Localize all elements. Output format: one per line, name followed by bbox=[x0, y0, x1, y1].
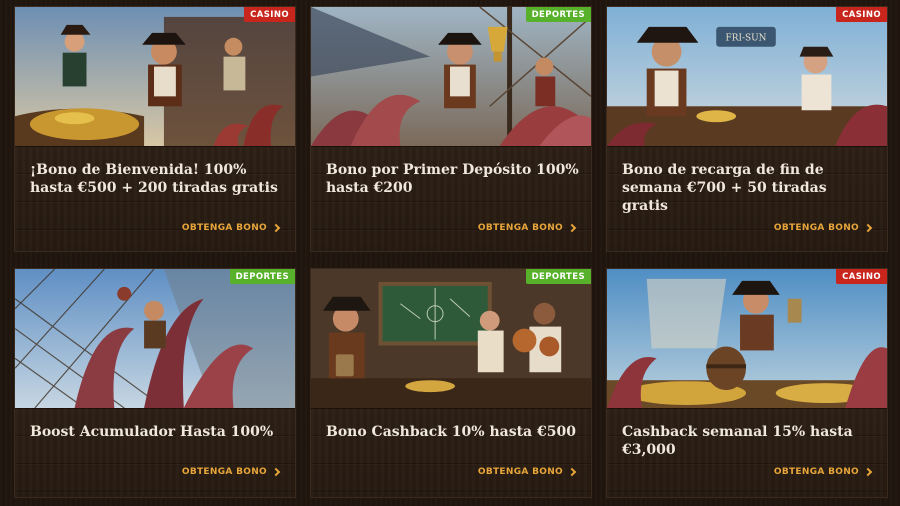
get-bonus-label: OBTENGA BONO bbox=[773, 467, 859, 477]
promo-card-cashback-10[interactable]: DEPORTES Bono Cashback 10% hasta €500 OB… bbox=[310, 268, 592, 498]
sign-text: FRI-SUN bbox=[726, 34, 767, 44]
promo-title: Boost Acumulador Hasta 100% bbox=[30, 424, 274, 440]
promo-image bbox=[311, 7, 591, 147]
promo-card-acca-boost[interactable]: DEPORTES Boost Acumulador Hasta 100% OBT… bbox=[14, 268, 296, 498]
chevron-right-icon bbox=[567, 223, 577, 233]
promo-title: ¡Bono de Bienvenida! 100% hasta €500 + 2… bbox=[30, 162, 278, 196]
chevron-right-icon bbox=[863, 223, 873, 233]
promo-title: Bono por Primer Depósito 100% hasta €200 bbox=[326, 162, 579, 196]
get-bonus-label: OBTENGA BONO bbox=[773, 223, 859, 233]
get-bonus-button[interactable]: OBTENGA BONO bbox=[477, 223, 577, 233]
chevron-right-icon bbox=[863, 467, 873, 477]
promo-image bbox=[311, 269, 591, 409]
chevron-right-icon bbox=[271, 223, 281, 233]
chevron-right-icon bbox=[271, 467, 281, 477]
promo-image bbox=[15, 7, 295, 147]
get-bonus-button[interactable]: OBTENGA BONO bbox=[773, 223, 873, 233]
category-badge: CASINO bbox=[836, 269, 887, 284]
chevron-right-icon bbox=[567, 467, 577, 477]
get-bonus-button[interactable]: OBTENGA BONO bbox=[181, 223, 281, 233]
get-bonus-label: OBTENGA BONO bbox=[477, 467, 563, 477]
promotions-grid: CASINO ¡Bono de Bienvenida! 100% hasta €… bbox=[0, 0, 900, 506]
promo-image bbox=[607, 269, 887, 409]
promo-card-weekly-cashback[interactable]: CASINO Cashback semanal 15% hasta €3,000… bbox=[606, 268, 888, 498]
category-badge: CASINO bbox=[836, 7, 887, 22]
promo-image: FRI-SUN bbox=[607, 7, 887, 147]
get-bonus-label: OBTENGA BONO bbox=[477, 223, 563, 233]
get-bonus-label: OBTENGA BONO bbox=[181, 223, 267, 233]
get-bonus-label: OBTENGA BONO bbox=[181, 467, 267, 477]
promo-card-first-deposit[interactable]: DEPORTES Bono por Primer Depósito 100% h… bbox=[310, 6, 592, 252]
category-badge: DEPORTES bbox=[229, 269, 295, 284]
promo-image bbox=[15, 269, 295, 409]
category-badge: DEPORTES bbox=[525, 7, 591, 22]
get-bonus-button[interactable]: OBTENGA BONO bbox=[773, 467, 873, 477]
promo-card-welcome-bonus[interactable]: CASINO ¡Bono de Bienvenida! 100% hasta €… bbox=[14, 6, 296, 252]
get-bonus-button[interactable]: OBTENGA BONO bbox=[181, 467, 281, 477]
category-badge: DEPORTES bbox=[525, 269, 591, 284]
promo-title: Cashback semanal 15% hasta €3,000 bbox=[622, 424, 853, 458]
category-badge: CASINO bbox=[244, 7, 295, 22]
promo-title: Bono Cashback 10% hasta €500 bbox=[326, 424, 576, 440]
promo-title: Bono de recarga de fin de semana €700 + … bbox=[622, 162, 827, 214]
get-bonus-button[interactable]: OBTENGA BONO bbox=[477, 467, 577, 477]
promo-card-weekend-reload[interactable]: FRI-SUN CASINO Bono de recarga de fin de… bbox=[606, 6, 888, 252]
